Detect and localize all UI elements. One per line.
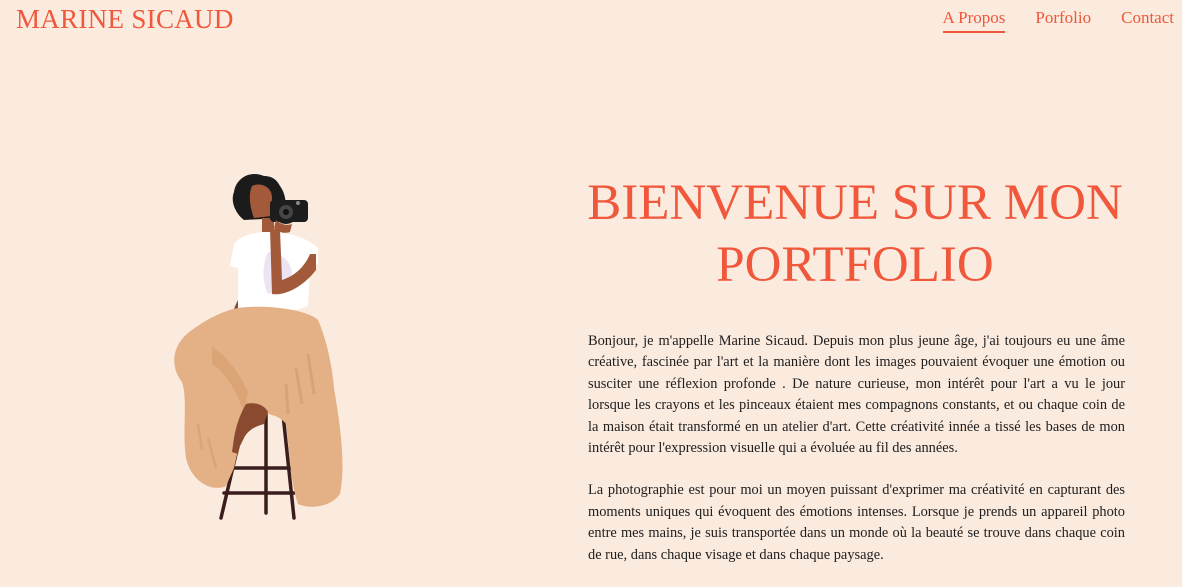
bio-paragraph-2: La photographie est pour moi un moyen pu… — [588, 482, 1125, 563]
bio-text: Bonjour, je m'appelle Marine Sicaud. Dep… — [588, 331, 1125, 587]
bio-paragraph-1: Bonjour, je m'appelle Marine Sicaud. Dep… — [588, 333, 1125, 457]
main-nav: A Propos Porfolio Contact — [913, 8, 1174, 33]
brand-logo[interactable]: MARINE SICAUD — [16, 4, 234, 35]
hero-title: BIENVENUE SUR MON PORTFOLIO — [587, 175, 1123, 293]
nav-link-contact[interactable]: Contact — [1121, 8, 1174, 33]
photographer-illustration — [174, 173, 343, 520]
camera-icon — [270, 200, 308, 224]
nav-link-a-propos[interactable]: A Propos — [942, 8, 1006, 33]
nav-link-portfolio[interactable]: Porfolio — [1035, 8, 1091, 33]
